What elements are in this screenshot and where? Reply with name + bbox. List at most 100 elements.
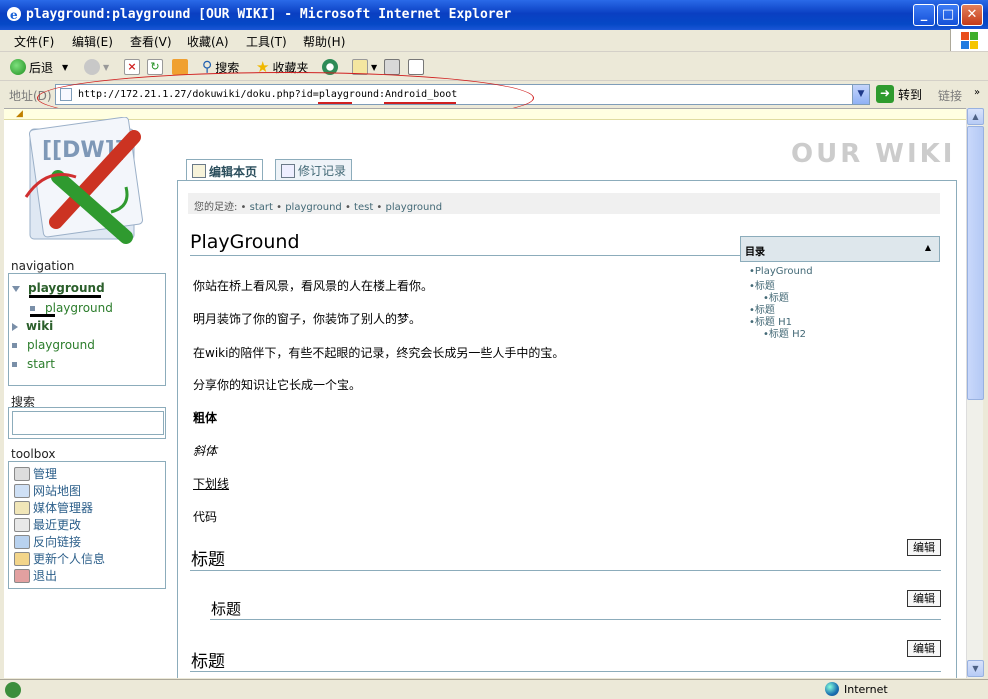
expanded-icon bbox=[12, 285, 20, 292]
tab-edit-page[interactable]: 编辑本页 bbox=[186, 159, 264, 182]
page-icon bbox=[60, 88, 72, 101]
nav-item-wiki[interactable]: wiki bbox=[12, 319, 53, 333]
edit-section-button[interactable]: 编辑 bbox=[907, 590, 941, 607]
menu-view[interactable]: 查看(V) bbox=[126, 32, 176, 51]
underline-text: 下划线 bbox=[193, 477, 230, 491]
breadcrumb-link[interactable]: playground bbox=[285, 202, 342, 213]
bullet-icon bbox=[30, 306, 35, 311]
toolbox-backlinks[interactable]: 反向链接 bbox=[14, 533, 81, 550]
sitemap-icon bbox=[14, 483, 30, 498]
minimize-button[interactable]: _ bbox=[913, 4, 935, 26]
status-bar: Internet bbox=[0, 679, 988, 699]
refresh-button[interactable]: ↻ bbox=[147, 57, 163, 77]
menu-file[interactable]: 文件(F) bbox=[10, 32, 58, 51]
bullet-icon bbox=[12, 362, 17, 367]
toolbox-sitemap[interactable]: 网站地图 bbox=[14, 482, 81, 499]
wiki-name[interactable]: OUR WIKI bbox=[791, 139, 955, 169]
toolbox-recent-changes[interactable]: 最近更改 bbox=[14, 516, 81, 533]
toc-header[interactable]: 目录 ▲ bbox=[740, 236, 940, 262]
go-label: 转到 bbox=[898, 87, 923, 102]
section-heading: 标题 bbox=[191, 652, 225, 672]
mail-icon bbox=[352, 59, 368, 75]
history-button[interactable] bbox=[322, 57, 338, 77]
forward-button[interactable]: ▼ bbox=[84, 57, 109, 77]
history-icon bbox=[322, 59, 338, 75]
toc-collapse-icon[interactable]: ▲ bbox=[925, 243, 931, 252]
breadcrumb-link[interactable]: start bbox=[250, 202, 273, 213]
edit-page-icon bbox=[408, 59, 424, 75]
nav-label: start bbox=[27, 357, 55, 371]
menu-favorites[interactable]: 收藏(A) bbox=[183, 32, 233, 51]
menu-tools[interactable]: 工具(T) bbox=[242, 32, 291, 51]
toc-item[interactable]: •PlayGround bbox=[749, 266, 813, 277]
home-button[interactable] bbox=[172, 57, 188, 77]
links-button[interactable]: 链接 bbox=[938, 87, 962, 104]
links-chevron-icon[interactable]: » bbox=[974, 87, 980, 98]
toolbox-update-profile[interactable]: 更新个人信息 bbox=[14, 550, 105, 567]
edit-section-button[interactable]: 编辑 bbox=[907, 640, 941, 657]
annotation-underline bbox=[30, 314, 55, 317]
logout-icon bbox=[14, 568, 30, 583]
nav-item-playground[interactable]: playground bbox=[12, 338, 95, 352]
mail-dropdown-icon[interactable]: ▼ bbox=[371, 63, 377, 72]
info-bar[interactable]: ◢ bbox=[4, 109, 966, 120]
address-input[interactable]: http://172.21.1.27/dokuwiki/doku.php?id=… bbox=[55, 84, 870, 105]
edit-page-button[interactable] bbox=[408, 57, 424, 77]
scroll-thumb[interactable] bbox=[967, 126, 984, 400]
stop-button[interactable]: × bbox=[124, 57, 140, 77]
page-viewport: ◢ [[DW]] OUR WIKI navigation playground … bbox=[4, 108, 966, 678]
wiki-search-input[interactable] bbox=[12, 411, 164, 435]
mail-button[interactable]: ▼ bbox=[352, 57, 377, 77]
address-dropdown-icon[interactable]: ▼ bbox=[852, 85, 869, 104]
close-button[interactable]: ✕ bbox=[961, 4, 983, 26]
windows-logo-icon bbox=[950, 29, 988, 51]
toolbox-media-manager[interactable]: 媒体管理器 bbox=[14, 499, 93, 516]
nav-label: playground bbox=[27, 338, 95, 352]
breadcrumb-prefix: 您的足迹: bbox=[194, 202, 238, 213]
search-button[interactable]: ⚲ 搜索 bbox=[202, 57, 239, 77]
italic-text: 斜体 bbox=[193, 444, 218, 458]
address-label: 地址(D) bbox=[9, 89, 52, 103]
toolbox-logout[interactable]: 退出 bbox=[14, 567, 57, 584]
back-dropdown-icon[interactable]: ▼ bbox=[62, 63, 68, 72]
window-title: playground:playground [OUR WIKI] - Micro… bbox=[26, 7, 512, 22]
search-label: 搜索 bbox=[215, 60, 240, 75]
menu-help[interactable]: 帮助(H) bbox=[299, 32, 349, 51]
back-button[interactable]: 后退 ▼ bbox=[10, 57, 68, 77]
edit-section-button[interactable]: 编辑 bbox=[907, 539, 941, 556]
tab-label: 修订记录 bbox=[298, 164, 347, 178]
vertical-scrollbar[interactable]: ▲ ▼ bbox=[966, 108, 984, 678]
breadcrumb-link[interactable]: playground bbox=[386, 202, 443, 213]
search-icon: ⚲ bbox=[202, 59, 213, 75]
scroll-down-icon[interactable]: ▼ bbox=[967, 660, 984, 677]
favorites-button[interactable]: ★ 收藏夹 bbox=[256, 57, 308, 77]
toolbox-admin[interactable]: 管理 bbox=[14, 465, 57, 482]
toolbox-label: 更新个人信息 bbox=[33, 552, 106, 566]
revisions-icon bbox=[281, 163, 295, 178]
maximize-button[interactable]: □ bbox=[937, 4, 959, 26]
toc-item[interactable]: •标题 H2 bbox=[763, 325, 806, 340]
print-button[interactable] bbox=[384, 57, 400, 77]
nav-item-playground-ns[interactable]: playground bbox=[12, 281, 105, 295]
section-divider bbox=[190, 671, 941, 672]
nav-item-start[interactable]: start bbox=[12, 357, 55, 371]
menu-edit[interactable]: 编辑(E) bbox=[68, 32, 117, 51]
forward-dropdown-icon[interactable]: ▼ bbox=[103, 63, 109, 72]
tab-revisions[interactable]: 修订记录 bbox=[275, 159, 353, 181]
bullet-icon bbox=[12, 343, 17, 348]
page-title: PlayGround bbox=[190, 231, 300, 253]
window-titlebar[interactable]: e playground:playground [OUR WIKI] - Mic… bbox=[0, 0, 988, 30]
title-divider bbox=[190, 255, 740, 256]
toolbox-label: 网站地图 bbox=[33, 484, 82, 498]
breadcrumb-link[interactable]: test bbox=[354, 202, 373, 213]
refresh-icon: ↻ bbox=[147, 59, 163, 75]
section-heading: 标题 bbox=[211, 600, 242, 618]
nav-item-playground-page[interactable]: playground bbox=[30, 301, 113, 315]
home-icon bbox=[172, 59, 188, 75]
go-button[interactable]: ➜ 转到 bbox=[876, 85, 922, 103]
favorites-star-icon: ★ bbox=[256, 58, 270, 76]
scroll-up-icon[interactable]: ▲ bbox=[967, 108, 984, 125]
dokuwiki-logo[interactable]: [[DW]] bbox=[16, 117, 148, 245]
page-status-icon bbox=[5, 682, 21, 698]
toolbox-label: 管理 bbox=[33, 467, 58, 481]
